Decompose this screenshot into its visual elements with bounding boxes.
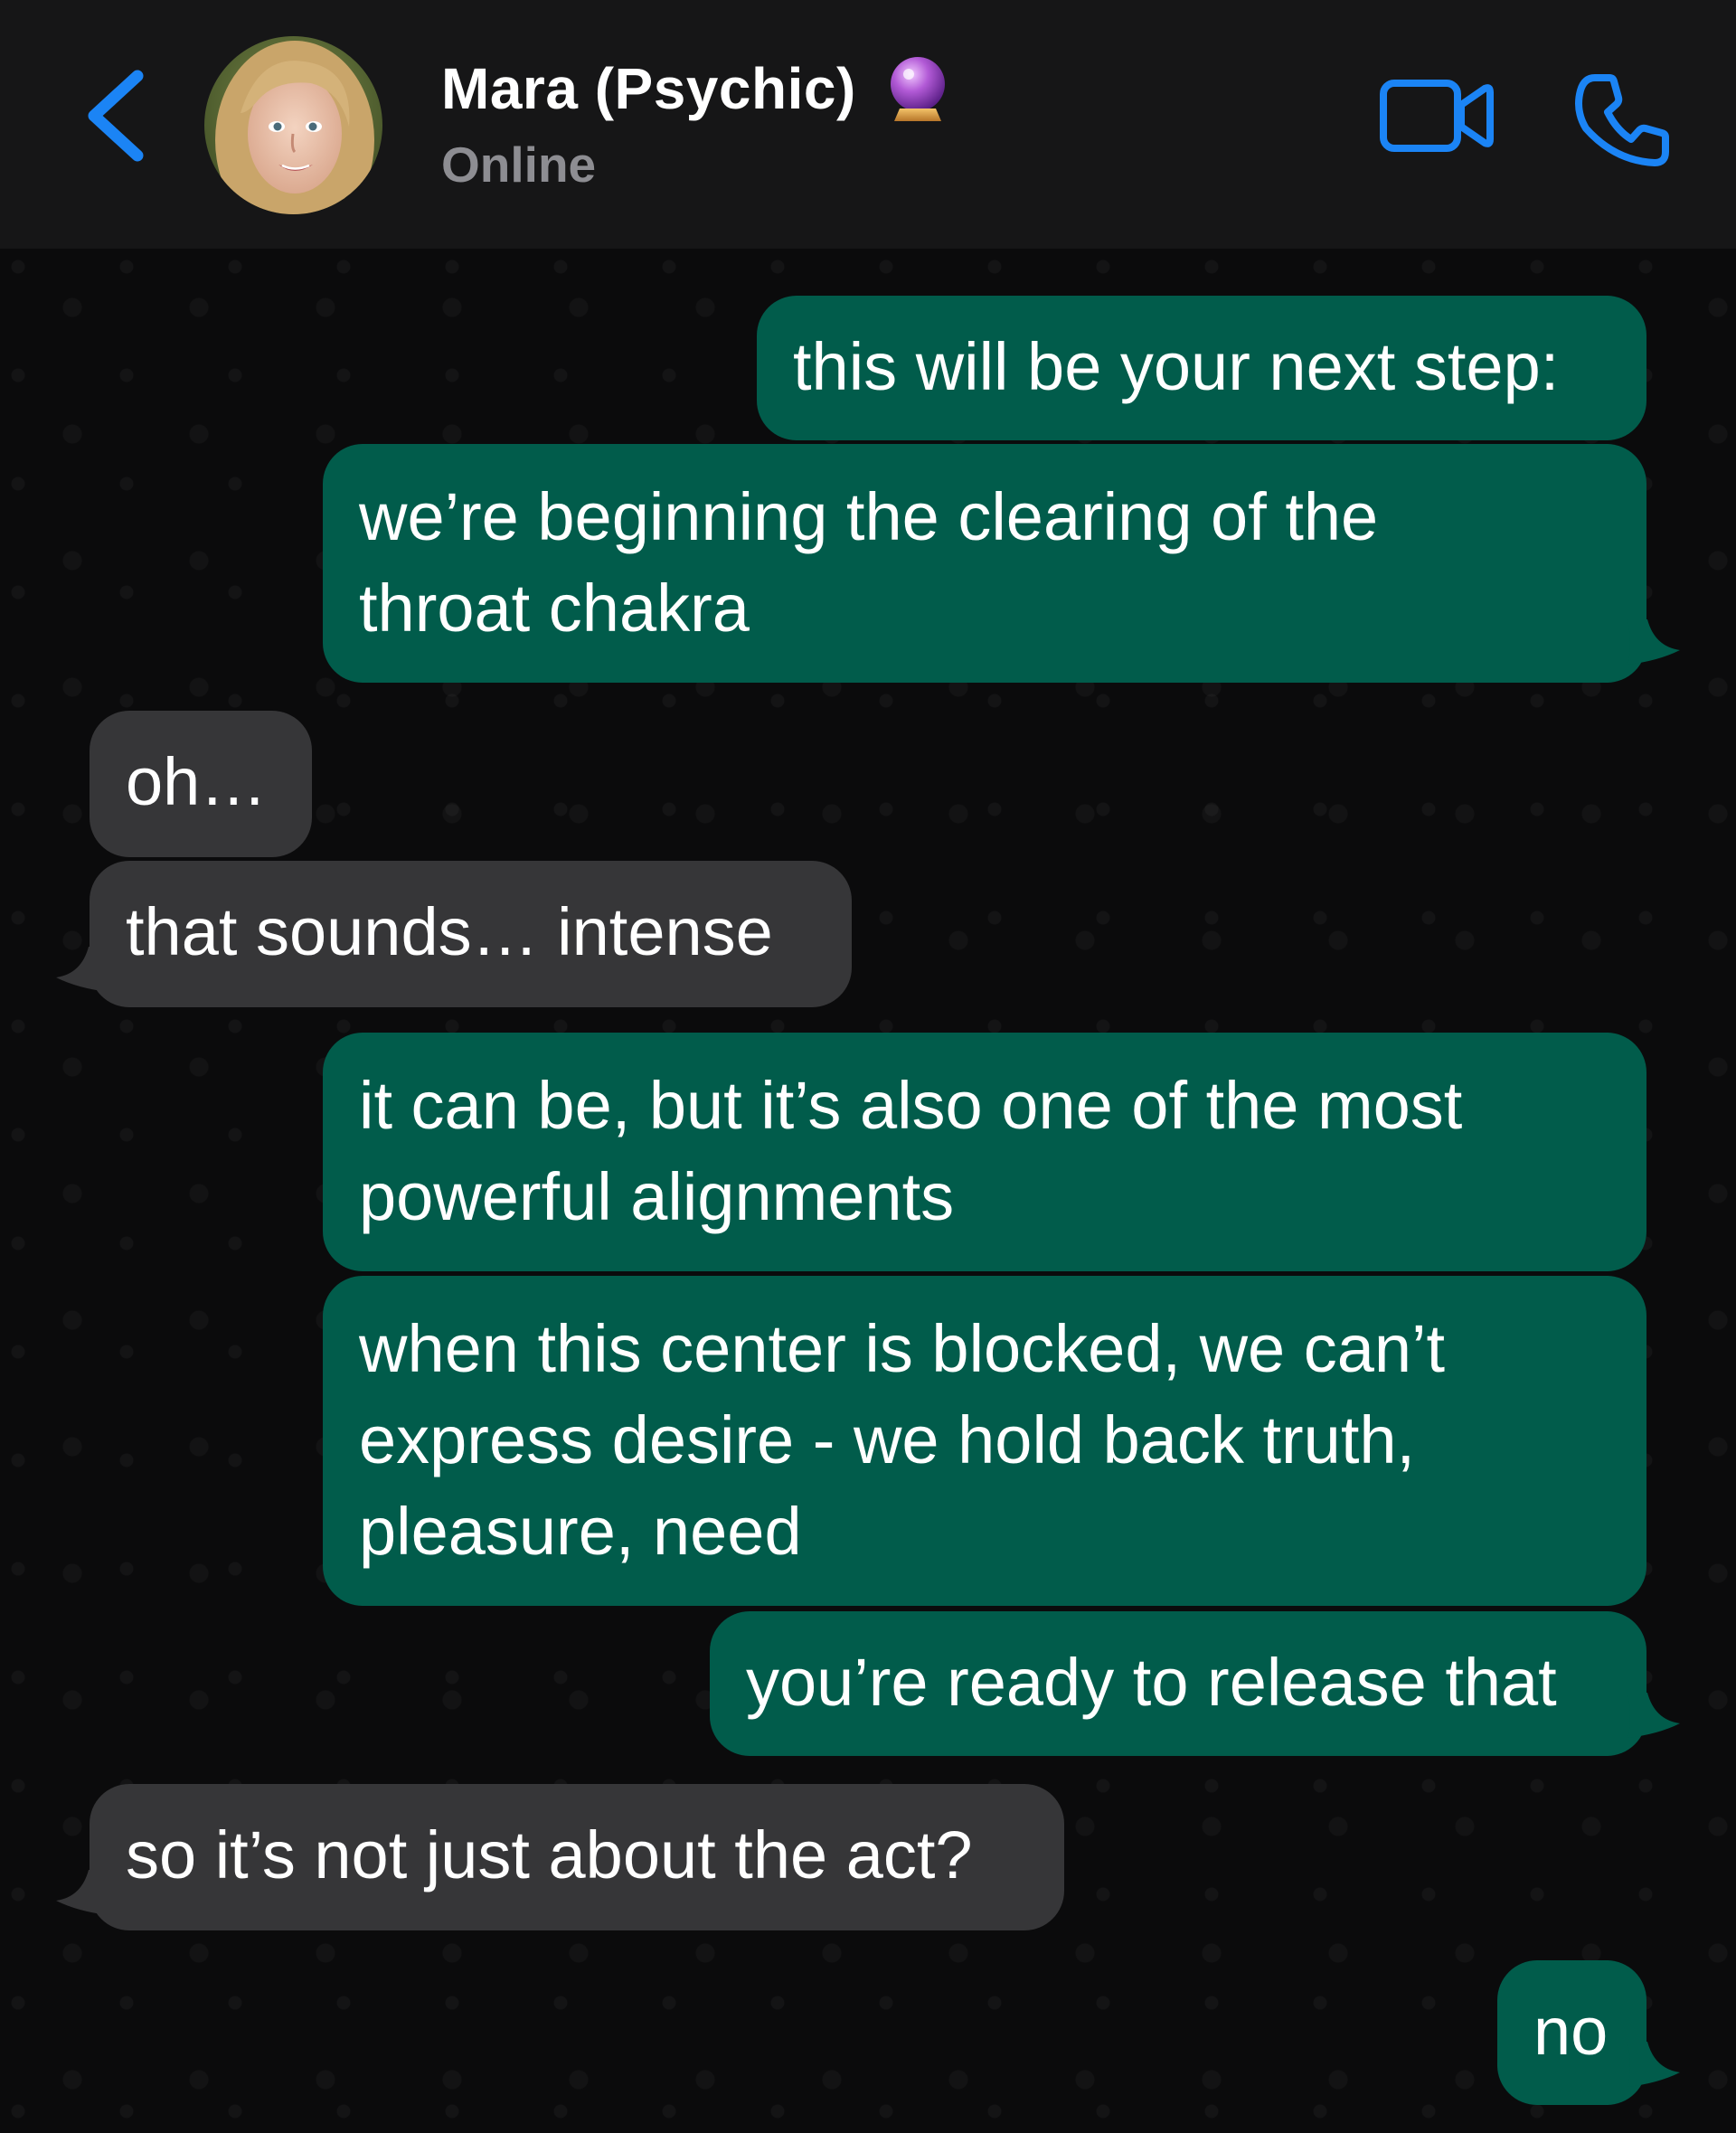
outgoing-message[interactable]: you’re ready to release that bbox=[710, 1611, 1646, 1756]
phone-icon bbox=[1575, 74, 1669, 166]
bubble-tail bbox=[1628, 2042, 1680, 2087]
outgoing-message[interactable]: no bbox=[1497, 1960, 1646, 2105]
contact-status: Online bbox=[441, 137, 597, 193]
message-text: this will be your next step: bbox=[793, 329, 1560, 404]
message-text: powerful alignments bbox=[359, 1159, 955, 1234]
message-list[interactable]: this will be your next step: we’re begin… bbox=[0, 249, 1736, 2133]
bubble-tail bbox=[1628, 619, 1680, 665]
message-text: we’re beginning the clearing of the bbox=[359, 479, 1379, 554]
bubble-tail bbox=[56, 947, 108, 992]
message-text: you’re ready to release that bbox=[746, 1645, 1557, 1720]
message-text: no bbox=[1533, 1994, 1609, 2069]
contact-name: Mara (Psychic) bbox=[441, 56, 856, 121]
chat-header: Mara (Psychic) Online bbox=[0, 0, 1736, 249]
incoming-message[interactable]: so it’s not just about the act? bbox=[90, 1784, 1064, 1930]
message-text: when this center is blocked, we can’t bbox=[359, 1311, 1446, 1386]
chevron-left-icon bbox=[88, 70, 144, 162]
message-text: it can be, but it’s also one of the most bbox=[359, 1068, 1463, 1143]
contact-avatar[interactable] bbox=[204, 36, 382, 214]
message-text: throat chakra bbox=[359, 571, 750, 646]
message-text: pleasure, need bbox=[359, 1494, 802, 1569]
video-call-button[interactable] bbox=[1378, 74, 1495, 157]
incoming-message[interactable]: that sounds… intense bbox=[90, 861, 852, 1007]
outgoing-message[interactable]: we’re beginning the clearing of the thro… bbox=[323, 444, 1646, 683]
message-text: express desire - we hold back truth, bbox=[359, 1402, 1416, 1477]
bubble-tail bbox=[1628, 1693, 1680, 1738]
avatar-photo bbox=[204, 36, 382, 214]
outgoing-message[interactable]: this will be your next step: bbox=[757, 296, 1646, 440]
crystal-ball-icon bbox=[890, 57, 945, 121]
message-text: so it’s not just about the act? bbox=[126, 1817, 973, 1892]
message-text: oh… bbox=[126, 744, 268, 819]
incoming-message[interactable]: oh… bbox=[90, 711, 312, 857]
back-button[interactable] bbox=[80, 63, 152, 167]
outgoing-message[interactable]: when this center is blocked, we can’t ex… bbox=[323, 1276, 1646, 1606]
contact-name-row[interactable]: Mara (Psychic) bbox=[441, 52, 954, 125]
video-camera-icon bbox=[1380, 80, 1494, 152]
message-text: that sounds… intense bbox=[126, 894, 773, 969]
outgoing-message[interactable]: it can be, but it’s also one of the most… bbox=[323, 1033, 1646, 1271]
bubble-tail bbox=[56, 1870, 108, 1915]
voice-call-button[interactable] bbox=[1573, 71, 1673, 170]
